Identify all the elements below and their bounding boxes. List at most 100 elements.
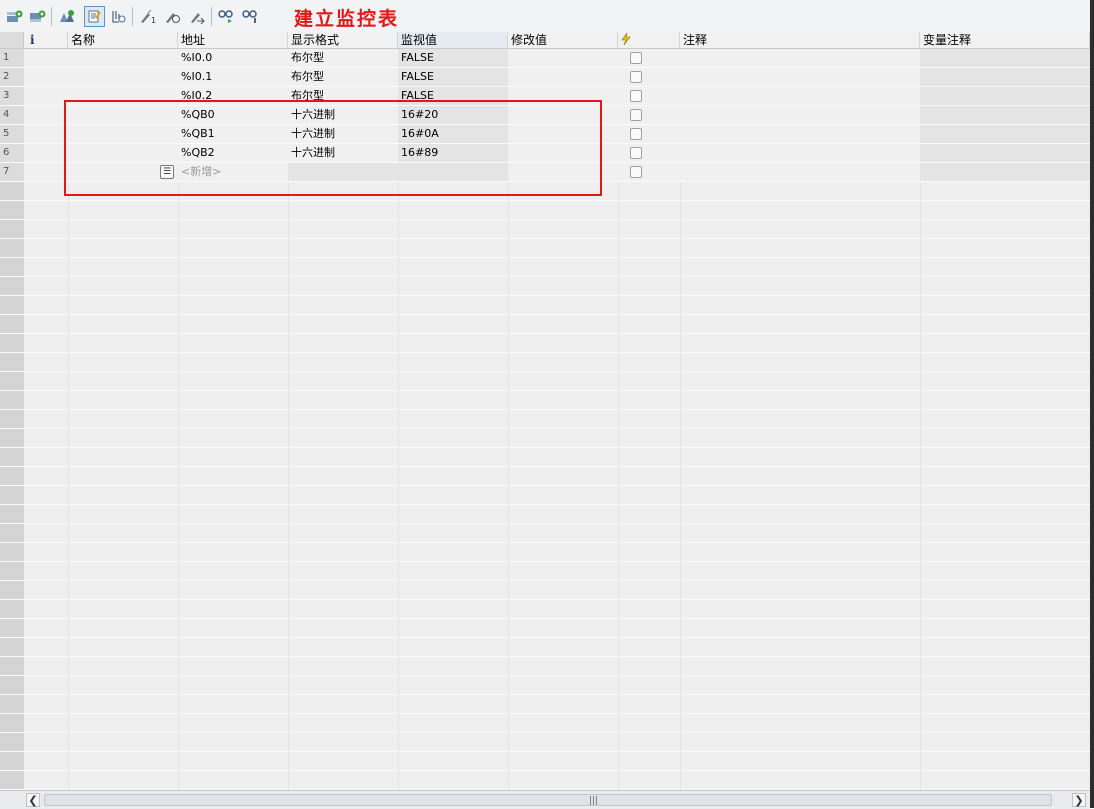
comment-cell[interactable] [680,144,920,162]
modify-value-cell[interactable] [508,125,618,143]
column-header-monitor-value[interactable]: 监视值 [398,32,508,48]
modify-checkbox[interactable] [630,128,642,140]
name-cell[interactable] [68,144,178,162]
modify-value-cell[interactable] [508,49,618,67]
tag-list-button-icon[interactable]: ☰ [160,165,174,179]
comment-cell[interactable] [680,87,920,105]
table-row[interactable]: 6 %QB2 十六进制 16#89 [0,144,1090,163]
add-row-icon[interactable] [28,7,47,26]
monitor-value-cell: FALSE [398,68,508,86]
comment-cell[interactable] [680,125,920,143]
modify-value-cell[interactable] [508,144,618,162]
modify-trigger-icon[interactable] [163,7,182,26]
monitor-value-cell: FALSE [398,87,508,105]
monitor-value-cell [398,163,508,181]
format-cell[interactable]: 布尔型 [288,49,398,67]
monitor-once-icon[interactable] [109,7,128,26]
comment-cell[interactable] [680,106,920,124]
empty-rows-area [0,182,1090,790]
address-cell[interactable]: %I0.1 [178,68,288,86]
annotation-title: 建立监控表 [294,8,400,30]
address-cell[interactable]: %QB1 [178,125,288,143]
scrollbar-thumb[interactable]: ||| [44,794,1052,806]
modify-checkbox[interactable] [630,90,642,102]
comment-cell[interactable] [680,68,920,86]
monitor-table-toolbar: 1 建立监控表 [0,0,1090,33]
tag-comment-cell [920,144,1090,162]
monitor-value-cell: FALSE [398,49,508,67]
scroll-left-icon[interactable]: ❮ [26,793,40,807]
column-header-address[interactable]: 地址 [178,32,288,48]
row-number: 3 [0,87,24,105]
name-cell[interactable] [68,125,178,143]
modify-now-icon[interactable]: 1 [138,7,157,26]
format-cell[interactable]: 十六进制 [288,125,398,143]
modify-value-cell[interactable] [508,87,618,105]
row-number: 1 [0,49,24,67]
column-header-modify-value[interactable]: 修改值 [508,32,618,48]
force-values-icon[interactable] [57,7,76,26]
table-row[interactable]: 1 %I0.0 布尔型 FALSE [0,49,1090,68]
format-cell[interactable]: 布尔型 [288,87,398,105]
grip-icon: ||| [589,796,599,806]
table-row[interactable]: 4 %QB0 十六进制 16#20 [0,106,1090,125]
tag-comment-cell [920,87,1090,105]
modify-checkbox[interactable] [630,166,642,178]
comment-cell[interactable] [680,49,920,67]
address-cell[interactable]: %QB0 [178,106,288,124]
column-header-tag-comment[interactable]: 变量注释 [920,32,1090,48]
tag-comment-cell [920,68,1090,86]
format-cell [288,163,398,181]
row-number: 4 [0,106,24,124]
address-cell[interactable]: %I0.0 [178,49,288,67]
name-cell[interactable] [68,87,178,105]
monitor-value-cell: 16#20 [398,106,508,124]
new-entry-address-input[interactable]: <新增> [178,163,288,181]
modify-checkbox[interactable] [630,109,642,121]
modify-value-cell[interactable] [508,106,618,124]
tag-comment-cell [920,49,1090,67]
column-header-row: i 名称 地址 显示格式 监视值 修改值 注释 变量注释 [0,32,1090,49]
address-cell[interactable]: %I0.2 [178,87,288,105]
row-number: 7 [0,163,24,181]
modify-checkbox[interactable] [630,52,642,64]
hide-force-icon[interactable] [241,7,260,26]
scroll-right-icon[interactable]: ❯ [1072,793,1086,807]
table-row[interactable]: 5 %QB1 十六进制 16#0A [0,125,1090,144]
svg-text:1: 1 [151,16,156,24]
monitor-value-cell: 16#89 [398,144,508,162]
column-header-comment[interactable]: 注释 [680,32,920,48]
monitor-all-icon[interactable] [84,6,105,27]
format-cell[interactable]: 布尔型 [288,68,398,86]
modify-checkbox[interactable] [630,147,642,159]
column-header-modify-flag[interactable] [618,32,680,48]
table-row[interactable]: 2 %I0.1 布尔型 FALSE [0,68,1090,87]
modify-value-cell[interactable] [508,68,618,86]
format-cell[interactable]: 十六进制 [288,106,398,124]
modify-checkbox[interactable] [630,71,642,83]
new-entry-row[interactable]: 7 ☰ <新增> [0,163,1090,182]
row-header-corner [0,32,24,48]
horizontal-scrollbar[interactable]: ❮ ||| ❯ [0,790,1090,809]
row-number: 2 [0,68,24,86]
name-cell[interactable] [68,68,178,86]
insert-row-icon[interactable] [5,7,24,26]
tag-comment-cell [920,125,1090,143]
address-cell[interactable]: %QB2 [178,144,288,162]
tag-comment-cell [920,106,1090,124]
format-cell[interactable]: 十六进制 [288,144,398,162]
table-row[interactable]: 3 %I0.2 布尔型 FALSE [0,87,1090,106]
column-header-name[interactable]: 名称 [68,32,178,48]
name-cell[interactable] [68,106,178,124]
row-number: 5 [0,125,24,143]
column-header-info[interactable]: i [24,32,68,48]
row-number: 6 [0,144,24,162]
name-cell[interactable] [68,49,178,67]
monitor-value-cell: 16#0A [398,125,508,143]
window-edge [1090,0,1094,808]
enable-peripheral-icon[interactable] [188,7,207,26]
watch-table-grid: i 名称 地址 显示格式 监视值 修改值 注释 变量注释 1 %I0.0 布尔型… [0,32,1090,790]
column-header-display-format[interactable]: 显示格式 [288,32,398,48]
lightning-icon [621,32,631,46]
show-force-icon[interactable] [217,7,236,26]
